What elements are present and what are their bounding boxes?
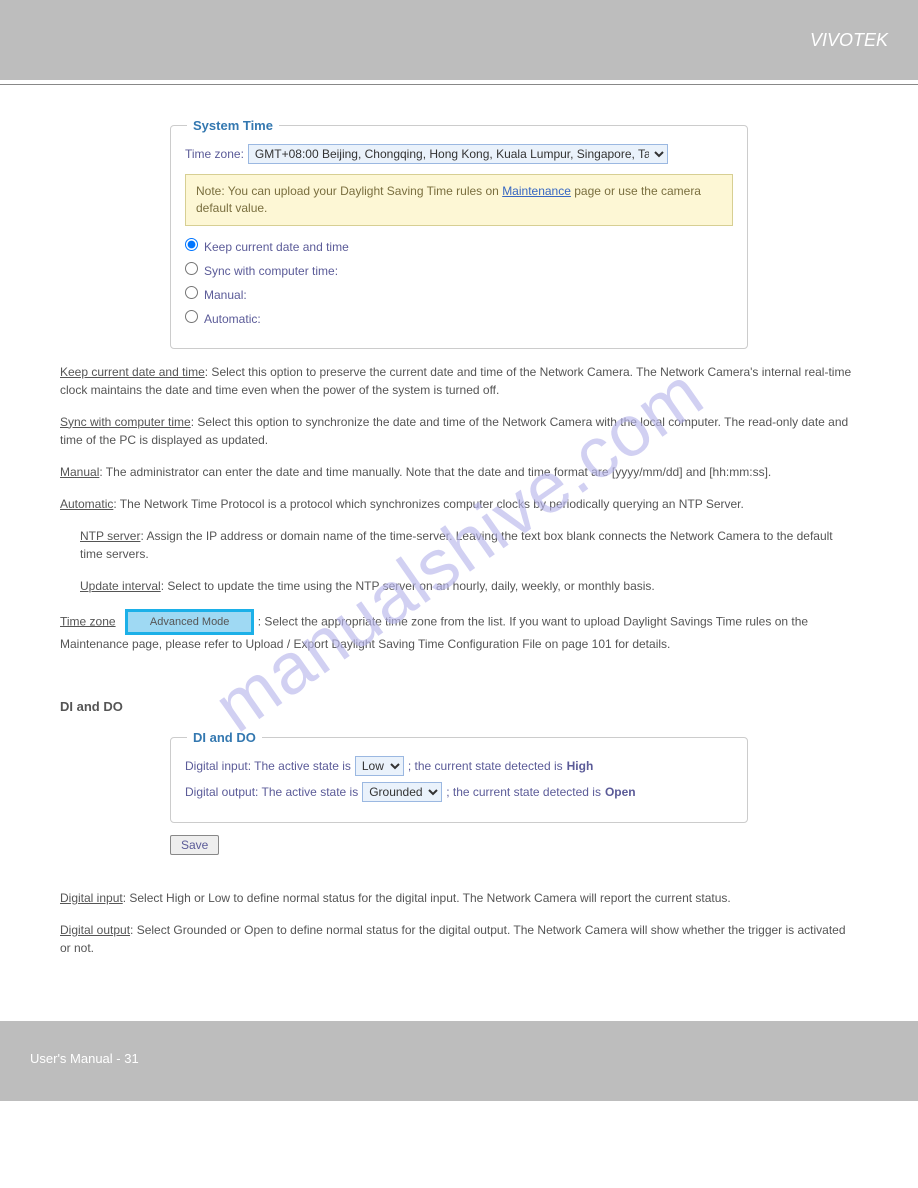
radio-sync-label[interactable]: Sync with computer time: (185, 264, 338, 278)
radio-manual-label[interactable]: Manual: (185, 288, 247, 302)
digital-input-select[interactable]: Low (355, 756, 404, 776)
advanced-mode-badge: Advanced Mode (125, 609, 255, 636)
radio-manual-text: Manual: (204, 288, 247, 302)
radio-keep[interactable] (185, 238, 198, 251)
radio-keep-text: Keep current date and time (204, 240, 349, 254)
page-footer-bar: User's Manual - 31 (0, 1021, 918, 1101)
dido-panel: DI and DO Digital input: The active stat… (170, 737, 748, 823)
save-wrap: Save (170, 835, 858, 855)
para-do-head: Digital output (60, 923, 130, 937)
digital-output-row: Digital output: The active state is Grou… (185, 782, 733, 802)
digital-input-row: Digital input: The active state is Low ;… (185, 756, 733, 776)
radio-manual[interactable] (185, 286, 198, 299)
para-ntp-text: : Assign the IP address or domain name o… (80, 529, 833, 561)
radio-manual-row: Manual: (185, 286, 733, 304)
radio-auto-text: Automatic: (204, 312, 261, 326)
para-sync: Sync with computer time: Select this opt… (60, 413, 858, 449)
page-header-bar: VIVOTEK (0, 0, 918, 80)
radio-keep-label[interactable]: Keep current date and time (185, 240, 349, 254)
para-sync-head: Sync with computer time (60, 415, 191, 429)
spacer2 (60, 855, 858, 875)
page-content: System Time Time zone: GMT+08:00 Beijing… (0, 85, 918, 991)
para-interval-text: : Select to update the time using the NT… (161, 579, 655, 593)
radio-sync[interactable] (185, 262, 198, 275)
di-mid: ; the current state detected is (408, 757, 563, 775)
para-interval: Update interval: Select to update the ti… (80, 577, 858, 595)
para-auto-text: : The Network Time Protocol is a protoco… (113, 497, 744, 511)
save-button[interactable]: Save (170, 835, 219, 855)
header-brand: VIVOTEK (810, 30, 888, 51)
timezone-label: Time zone: (185, 145, 244, 163)
para-manual: Manual: The administrator can enter the … (60, 463, 858, 481)
para-auto-head: Automatic (60, 497, 113, 511)
para-di-head: Digital input (60, 891, 123, 905)
para-di-text: : Select High or Low to define normal st… (123, 891, 731, 905)
para-interval-head: Update interval (80, 579, 161, 593)
para-do: Digital output: Select Grounded or Open … (60, 921, 858, 957)
system-time-legend: System Time (187, 116, 279, 136)
dst-note-prefix: Note: You can upload your Daylight Savin… (196, 184, 502, 198)
para-timezone: Time zone Advanced Mode : Select the app… (60, 609, 858, 654)
radio-keep-row: Keep current date and time (185, 238, 733, 256)
para-keep: Keep current date and time: Select this … (60, 363, 858, 399)
radio-auto[interactable] (185, 310, 198, 323)
para-ntp-head: NTP server (80, 529, 140, 543)
para-manual-text: : The administrator can enter the date a… (99, 465, 771, 479)
do-mid: ; the current state detected is (446, 783, 601, 801)
radio-auto-row: Automatic: (185, 310, 733, 328)
radio-sync-row: Sync with computer time: (185, 262, 733, 280)
radio-sync-text: Sync with computer time: (204, 264, 338, 278)
digital-output-select[interactable]: Grounded (362, 782, 442, 802)
timezone-row: Time zone: GMT+08:00 Beijing, Chongqing,… (185, 144, 733, 164)
do-state: Open (605, 783, 636, 801)
dido-legend: DI and DO (187, 728, 262, 748)
para-keep-head: Keep current date and time (60, 365, 205, 379)
para-do-text: : Select Grounded or Open to define norm… (60, 923, 846, 955)
footer-left-text: User's Manual - 31 (30, 1051, 139, 1066)
radio-auto-label[interactable]: Automatic: (185, 312, 261, 326)
para-ntp: NTP server: Assign the IP address or dom… (80, 527, 858, 563)
di-prefix: Digital input: The active state is (185, 757, 351, 775)
para-timezone-head: Time zone (60, 614, 116, 628)
para-di: Digital input: Select High or Low to def… (60, 889, 858, 907)
dido-heading: DI and DO (60, 697, 858, 717)
maintenance-link[interactable]: Maintenance (502, 184, 571, 198)
para-manual-head: Manual (60, 465, 99, 479)
dst-note: Note: You can upload your Daylight Savin… (185, 174, 733, 226)
timezone-select[interactable]: GMT+08:00 Beijing, Chongqing, Hong Kong,… (248, 144, 668, 164)
spacer (60, 667, 858, 697)
di-state: High (567, 757, 594, 775)
para-auto: Automatic: The Network Time Protocol is … (60, 495, 858, 513)
system-time-panel: System Time Time zone: GMT+08:00 Beijing… (170, 125, 748, 349)
do-prefix: Digital output: The active state is (185, 783, 358, 801)
